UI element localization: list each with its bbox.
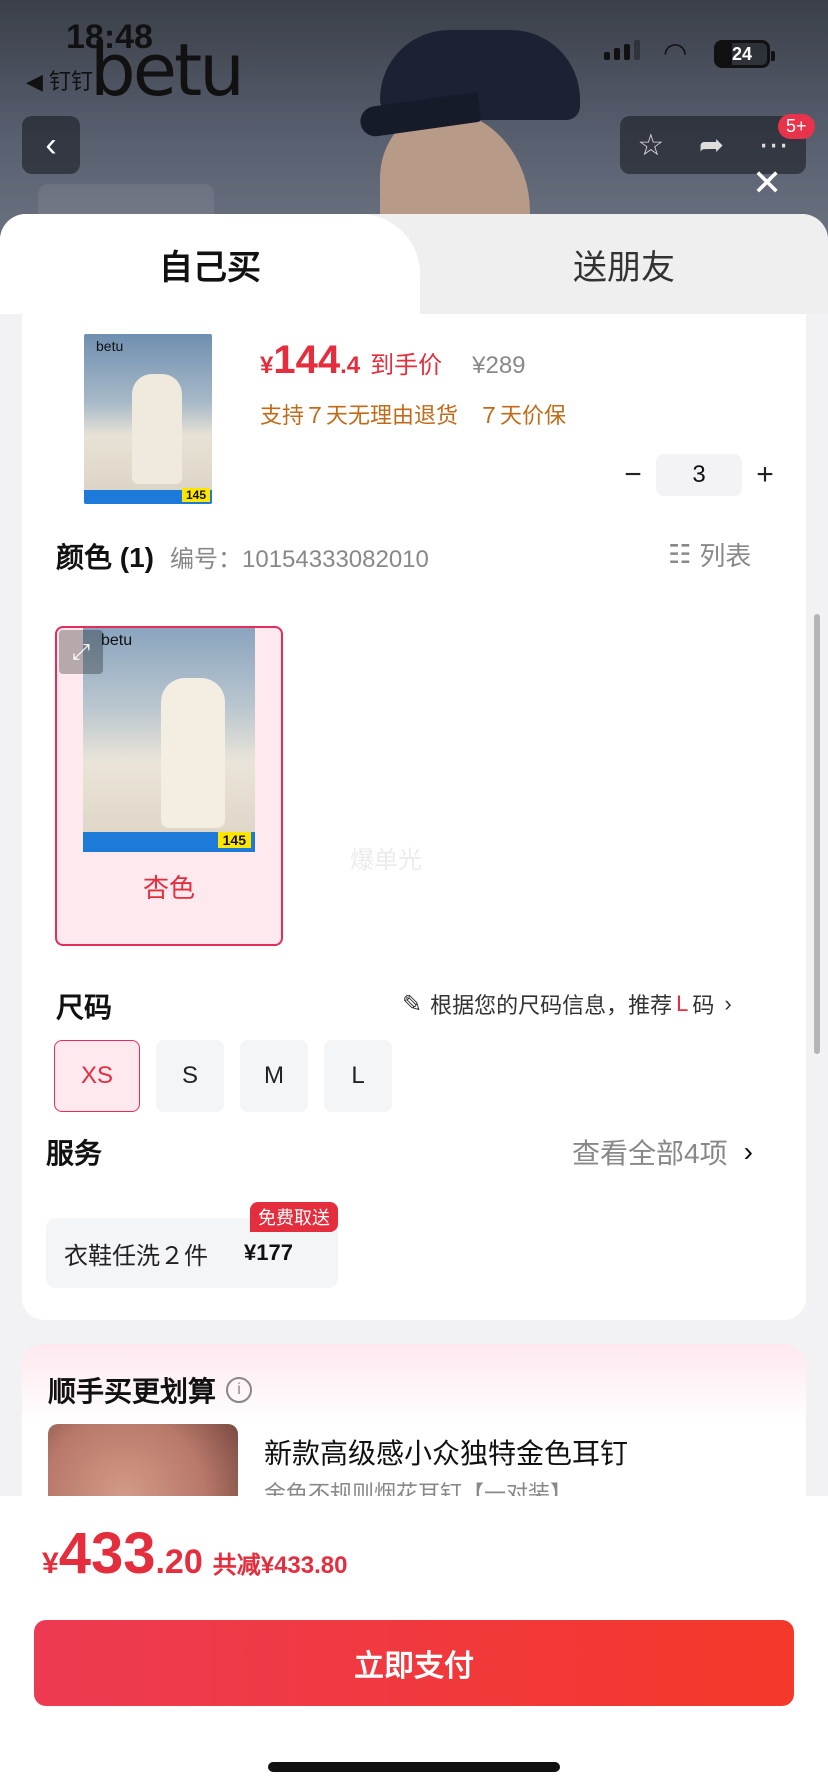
size-option-l[interactable]: L — [324, 1040, 392, 1112]
checkout-footer: ¥ 433 .20 共减¥433.80 立即支付 — [0, 1496, 828, 1792]
currency-symbol: ¥ — [260, 352, 274, 379]
thumbnail-dress — [132, 374, 182, 484]
star-icon[interactable]: ☆ — [637, 128, 664, 163]
total-price: ¥ 433 .20 共减¥433.80 — [42, 1520, 348, 1587]
increase-button[interactable]: + — [742, 458, 788, 492]
color-option-label: 杏色 — [142, 873, 195, 903]
watermark: 爆单光 — [350, 847, 422, 874]
chevron-right-icon: › — [724, 991, 732, 1016]
quantity-value[interactable]: 3 — [656, 454, 742, 496]
expand-icon[interactable]: ⤢ — [59, 630, 103, 674]
service-price: ¥177 — [244, 1240, 293, 1265]
size-title: 尺码 — [56, 992, 113, 1023]
final-price-label: 到手价 — [370, 352, 443, 379]
product-thumbnail[interactable]: betu 145 — [84, 334, 212, 504]
list-view-toggle[interactable]: ☷ 列表 — [668, 536, 751, 573]
sku-card: betu 145 ¥ 144 .4 到手价 ¥289 支持７天无理由退货 ７天价保… — [22, 314, 806, 1320]
total-saving: 共减¥433.80 — [212, 1552, 348, 1579]
size-hint-suffix: 码 — [692, 993, 715, 1018]
color-title: 颜色 (1) — [56, 542, 155, 573]
list-label: 列表 — [699, 541, 752, 571]
signal-icon — [604, 40, 640, 60]
upsell-title: 顺手买更划算 i — [48, 1370, 253, 1410]
status-time: 18:48 — [66, 18, 153, 56]
service-more-label: 查看全部4项 — [572, 1138, 728, 1169]
tab-gift[interactable]: 送朋友 — [420, 214, 828, 314]
original-price: ¥289 — [472, 352, 526, 379]
scrollbar[interactable] — [814, 614, 820, 1054]
size-hint-prefix: 根据您的尺码信息，推荐 — [430, 993, 673, 1018]
service-view-all[interactable]: 查看全部4项 › — [572, 1132, 753, 1172]
size-options: XS S M L — [54, 1040, 392, 1112]
size-recommendation[interactable]: ✎ 根据您的尺码信息，推荐 L 码 › — [402, 988, 732, 1020]
tab-self-buy[interactable]: 自己买 — [0, 214, 420, 314]
upsell-product-name[interactable]: 新款高级感小众独特金色耳钉 — [264, 1432, 628, 1472]
return-policy: 支持７天无理由退货 — [260, 403, 459, 428]
total-decimal: .20 — [155, 1543, 203, 1581]
price-row: ¥ 144 .4 到手价 ¥289 — [260, 338, 526, 383]
size-hint-size: L — [676, 991, 689, 1016]
thumbnail-price-tag: 145 — [181, 488, 210, 502]
pay-now-button[interactable]: 立即支付 — [34, 1620, 794, 1706]
service-name: 衣鞋任洗２件 — [64, 1242, 208, 1270]
thumbnail-logo: betu — [96, 338, 124, 354]
color-option-image: betu 145 — [83, 628, 255, 852]
ruler-icon: ✎ — [402, 990, 423, 1018]
color-option-apricot[interactable]: betu 145 ⤢ 杏色 — [55, 626, 283, 946]
service-badge: 免费取送 — [250, 1202, 338, 1232]
size-option-s[interactable]: S — [156, 1040, 224, 1112]
service-title: 服务 — [46, 1138, 103, 1169]
color-header: 颜色 (1) 编号：10154333082010 — [56, 536, 429, 576]
home-indicator[interactable] — [268, 1762, 560, 1772]
battery-icon: 24 — [714, 40, 775, 68]
chevron-right-icon: › — [743, 1136, 753, 1167]
purchase-tabs: 送朋友 自己买 — [0, 214, 828, 314]
back-to-app-link[interactable]: ◀ 钉钉 — [26, 64, 93, 96]
swatch-price-tag: 145 — [217, 832, 251, 848]
size-option-xs[interactable]: XS — [54, 1040, 140, 1112]
swatch-logo: betu — [101, 632, 133, 649]
quantity-stepper: − 3 + — [610, 454, 788, 496]
swatch-dress — [161, 678, 225, 828]
total-currency: ¥ — [42, 1547, 59, 1580]
notification-badge: 5+ — [778, 114, 815, 139]
total-integer: 433 — [58, 1521, 156, 1586]
list-icon: ☷ — [668, 539, 692, 569]
guarantee-row: 支持７天无理由退货 ７天价保 — [260, 398, 566, 430]
price-protection: ７天价保 — [478, 403, 567, 428]
share-icon[interactable]: ➦ — [699, 128, 724, 163]
size-option-m[interactable]: M — [240, 1040, 308, 1112]
chevron-left-icon: ‹ — [45, 125, 57, 164]
decrease-button[interactable]: − — [610, 458, 656, 492]
price-decimal: .4 — [340, 352, 361, 379]
price-integer: 144 — [273, 338, 341, 382]
back-button[interactable]: ‹ — [22, 116, 80, 174]
upsell-title-text: 顺手买更划算 — [48, 1376, 217, 1407]
close-icon[interactable]: ✕ — [752, 162, 782, 204]
info-icon[interactable]: i — [226, 1377, 253, 1403]
product-code: 编号：10154333082010 — [170, 546, 429, 573]
wifi-icon: ◠ — [663, 37, 688, 68]
status-bar: 18:48 ◀ 钉钉 ◠ 24 — [0, 0, 828, 95]
